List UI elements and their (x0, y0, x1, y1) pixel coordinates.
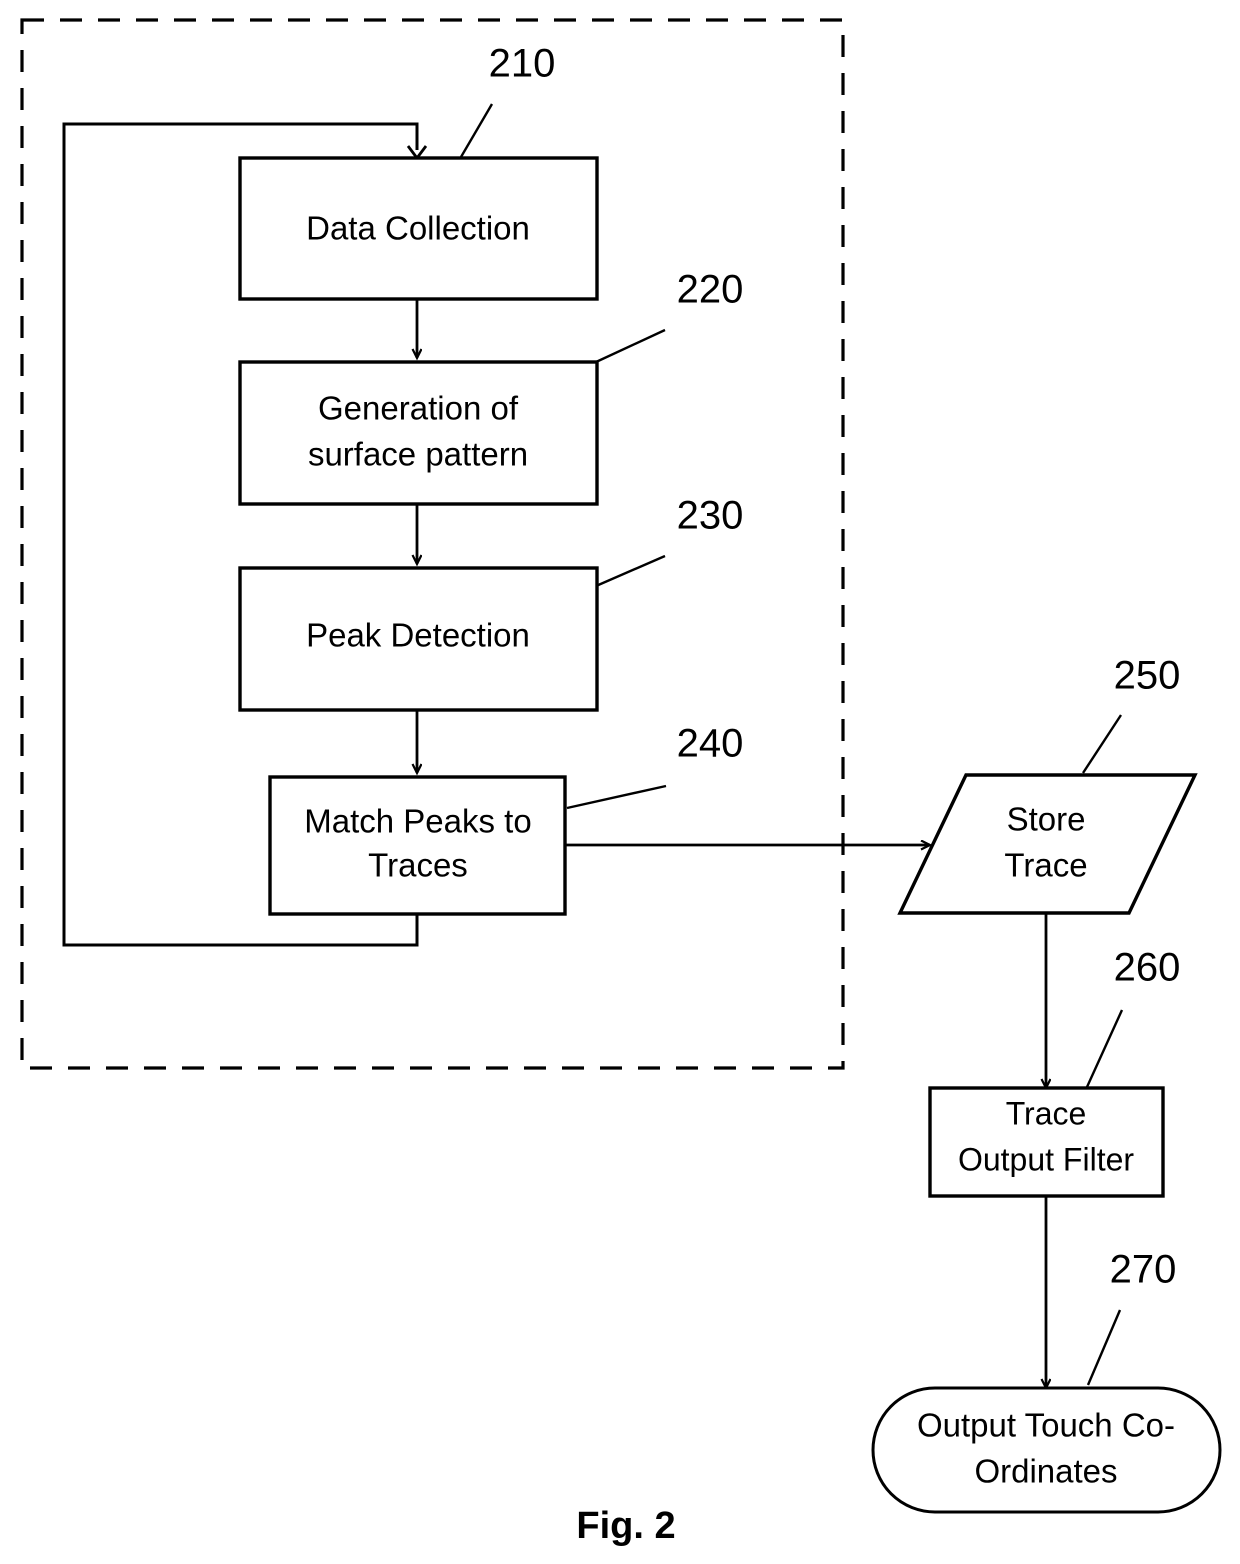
reference-numeral-270-leader (1086, 1309, 1122, 1386)
node-generation-of-surface-pattern[interactable]: Generation of surface pattern (238, 360, 599, 506)
node-match-peaks-label-line1: Match Peaks to (304, 803, 531, 840)
reference-numeral-240: 240 (566, 722, 744, 810)
reference-numeral-250-text: 250 (1114, 654, 1181, 698)
reference-numeral-210: 210 (459, 42, 556, 158)
reference-numeral-220-leader (595, 328, 666, 364)
node-store-trace-label-line1: Store (1007, 801, 1086, 838)
reference-numeral-270: 270 (1086, 1248, 1177, 1386)
node-peak-detection-label: Peak Detection (306, 617, 530, 654)
reference-numeral-260-leader (1085, 1009, 1124, 1088)
node-peak-detection[interactable]: Peak Detection (238, 566, 599, 712)
node-data-collection[interactable]: Data Collection (238, 156, 599, 301)
node-trace-output-filter-label-line1: Trace (1006, 1095, 1087, 1131)
node-match-peaks-to-traces[interactable]: Match Peaks to Traces (268, 775, 567, 916)
node-data-collection-label: Data Collection (306, 210, 530, 247)
reference-numeral-260: 260 (1085, 946, 1181, 1088)
node-trace-output-filter[interactable]: Trace Output Filter (928, 1086, 1165, 1198)
node-match-peaks-label-line2: Traces (368, 847, 468, 884)
node-store-trace-label-line2: Trace (1004, 847, 1087, 884)
reference-numeral-260-text: 260 (1114, 946, 1181, 990)
reference-numeral-230-leader (595, 554, 666, 588)
reference-numeral-250: 250 (1081, 654, 1181, 774)
reference-numeral-240-text: 240 (677, 722, 744, 766)
reference-numeral-270-text: 270 (1110, 1248, 1177, 1292)
node-output-touch-label-line2: Ordinates (974, 1453, 1117, 1490)
reference-numeral-230: 230 (595, 494, 744, 588)
node-store-trace[interactable]: Store Trace (897, 773, 1198, 915)
flowchart-figure: Data Collection Generation of surface pa… (20, 18, 1222, 1547)
reference-numeral-210-text: 210 (489, 42, 556, 86)
node-output-touch-label-line1: Output Touch Co- (917, 1407, 1175, 1444)
reference-numeral-220: 220 (595, 268, 744, 364)
reference-numeral-250-leader (1081, 714, 1123, 774)
reference-numeral-230-text: 230 (677, 494, 744, 538)
node-trace-output-filter-label-line2: Output Filter (958, 1141, 1134, 1177)
figure-caption: Fig. 2 (576, 1505, 675, 1547)
reference-numeral-220-text: 220 (677, 268, 744, 312)
node-generation-label-line1: Generation of (318, 390, 519, 427)
reference-numeral-240-leader (566, 784, 667, 810)
node-output-touch-coordinates[interactable]: Output Touch Co- Ordinates (871, 1386, 1222, 1514)
node-generation-label-line2: surface pattern (308, 436, 528, 473)
figure-page: Data Collection Generation of surface pa… (0, 0, 1240, 1564)
reference-numeral-210-leader (459, 103, 494, 158)
